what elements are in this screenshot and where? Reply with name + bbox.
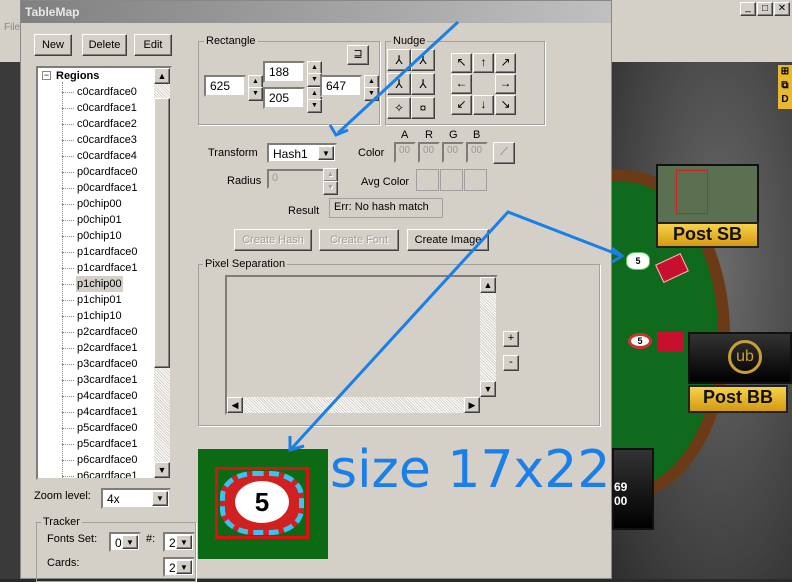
annotation-arrows xyxy=(288,20,625,452)
arrow-to-chip xyxy=(290,210,623,450)
arrow-to-transform xyxy=(336,20,460,135)
